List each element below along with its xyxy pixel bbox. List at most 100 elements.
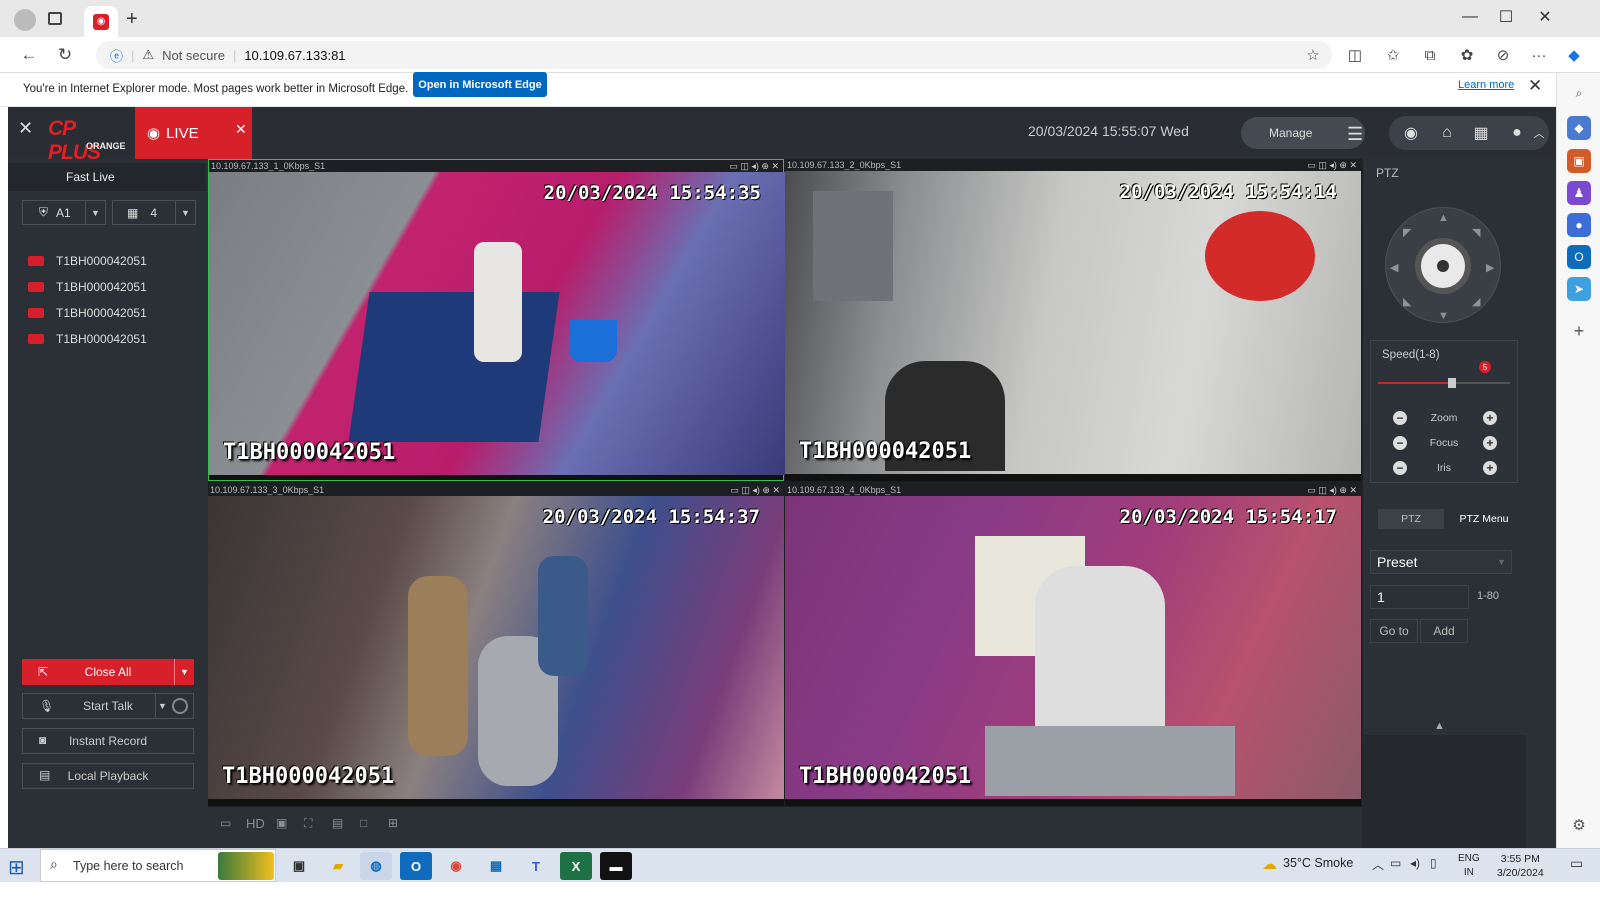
home-icon[interactable]: ⌂ <box>1433 121 1461 145</box>
grid-layout-icon[interactable]: ▦ <box>1467 121 1495 145</box>
ptz-down-left-icon[interactable]: ◣ <box>1403 295 1411 308</box>
local-playback-button[interactable]: ▤ Local Playback <box>22 763 194 789</box>
sidebar-outlook-icon[interactable]: O <box>1567 245 1591 269</box>
favorites-icon[interactable]: ✩ <box>1381 44 1405 66</box>
maximize-icon[interactable]: ☐ <box>1486 4 1526 30</box>
edge-app-icon[interactable]: ◍ <box>360 852 392 880</box>
video-cell-controls-icon[interactable]: ▭ ◫ ◂) ⊕ ✕ <box>1307 159 1357 171</box>
extensions-icon[interactable]: ✿ <box>1455 44 1479 66</box>
workspaces-icon[interactable] <box>48 12 62 25</box>
video-cell[interactable]: 10.109.67.133_1_0Kbps_S1 ▭ ◫ ◂) ⊕ ✕ 20/0… <box>208 159 785 481</box>
live-tab-close-icon[interactable]: ✕ <box>235 121 247 138</box>
tray-chevron-icon[interactable]: ︿ <box>1372 856 1384 873</box>
sidebar-search-icon[interactable]: ⌕ <box>1567 81 1591 105</box>
sidebar-m365-icon[interactable]: ● <box>1567 213 1591 237</box>
sidebar-send-icon[interactable]: ➤ <box>1567 277 1591 301</box>
ptz-down-right-icon[interactable]: ◢ <box>1472 295 1480 308</box>
view-group-select[interactable]: ⛨ A1 ▼ <box>22 200 106 225</box>
single-view-icon[interactable]: □ <box>360 816 367 830</box>
ptz-left-icon[interactable]: ◀ <box>1390 261 1398 274</box>
new-tab-icon[interactable]: + <box>126 8 138 31</box>
live-view-icon[interactable]: ◉ <box>1397 121 1425 145</box>
open-in-edge-button[interactable]: Open in Microsoft Edge <box>413 72 547 97</box>
close-all-button[interactable]: ⇱ Close All ▼ <box>22 659 194 685</box>
zoom-out-icon[interactable]: − <box>1393 411 1407 425</box>
iris-open-icon[interactable]: + <box>1483 461 1497 475</box>
weather-text[interactable]: 35°C Smoke <box>1283 856 1353 870</box>
ptz-right-icon[interactable]: ▶ <box>1486 261 1494 274</box>
refresh-icon[interactable]: ↻ <box>52 42 78 68</box>
ratio-icon[interactable]: ▭ <box>220 816 231 830</box>
language-indicator[interactable]: ENG IN <box>1458 852 1480 880</box>
zoom-in-icon[interactable]: + <box>1483 411 1497 425</box>
sidebar-shopping-icon[interactable]: ◆ <box>1567 116 1591 140</box>
preset-number-input[interactable]: 1 <box>1370 585 1469 609</box>
tab-ptz[interactable]: PTZ <box>1378 509 1444 529</box>
video-cell-controls-icon[interactable]: ▭ ◫ ◂) ⊕ ✕ <box>730 484 780 496</box>
chrome-app-icon[interactable]: ◉ <box>440 852 472 880</box>
minimize-icon[interactable]: — <box>1450 4 1490 30</box>
favorite-star-icon[interactable]: ☆ <box>1301 44 1325 66</box>
sidebar-add-icon[interactable]: + <box>1567 319 1591 343</box>
store-app-icon[interactable]: ▦ <box>480 852 512 880</box>
tray-clock[interactable]: 3:55 PM 3/20/2024 <box>1497 852 1544 880</box>
fast-live-header[interactable]: Fast Live <box>8 163 206 191</box>
chevron-down-icon[interactable]: ▼ <box>1497 557 1506 567</box>
teams-app-icon[interactable]: T <box>520 852 552 880</box>
speed-slider-thumb[interactable] <box>1447 378 1456 388</box>
sidebar-games-icon[interactable]: ♟ <box>1567 181 1591 205</box>
infobar-close-icon[interactable]: ✕ <box>1528 76 1542 96</box>
terminal-app-icon[interactable]: ▬ <box>600 852 632 880</box>
talk-status-icon[interactable] <box>172 698 188 714</box>
video-cell-controls-icon[interactable]: ▭ ◫ ◂) ⊕ ✕ <box>1307 484 1357 496</box>
focus-near-icon[interactable]: − <box>1393 436 1407 450</box>
notifications-icon[interactable]: ▭ <box>1570 855 1583 872</box>
chevron-down-icon[interactable]: ▼ <box>85 201 105 224</box>
copilot-icon[interactable]: ◆ <box>1562 44 1586 66</box>
ptz-up-left-icon[interactable]: ◤ <box>1403 226 1411 239</box>
search-highlight-icon[interactable] <box>218 852 274 880</box>
chevron-up-icon[interactable]: ︿ <box>1525 121 1553 145</box>
file-explorer-icon[interactable]: ▰ <box>322 852 354 880</box>
ptz-down-icon[interactable]: ▼ <box>1438 310 1449 322</box>
camera-list-item[interactable]: T1BH000042051 <box>28 250 198 272</box>
camera-list-item[interactable]: T1BH000042051 <box>28 276 198 298</box>
camera-list-item[interactable]: T1BH000042051 <box>28 302 198 324</box>
browser-tab[interactable]: ◉ <box>84 6 118 37</box>
video-cell-controls-icon[interactable]: ▭ ◫ ◂) ⊕ ✕ <box>729 160 779 172</box>
chevron-down-icon[interactable]: ▼ <box>155 694 169 718</box>
window-close-icon[interactable]: ✕ <box>1525 4 1565 30</box>
volume-icon[interactable]: ◂) <box>1410 856 1420 870</box>
start-talk-button[interactable]: 🎙 Start Talk ▼ <box>22 693 194 719</box>
ptz-up-icon[interactable]: ▲ <box>1438 212 1449 224</box>
focus-far-icon[interactable]: + <box>1483 436 1497 450</box>
battery-icon[interactable]: ▯ <box>1430 856 1437 870</box>
split-1-icon[interactable]: ▤ <box>332 816 343 830</box>
collections-icon[interactable]: ⧉ <box>1418 44 1442 66</box>
chevron-down-icon[interactable]: ▼ <box>175 201 195 224</box>
add-preset-button[interactable]: Add <box>1420 619 1468 643</box>
network-icon[interactable]: ▭ <box>1390 856 1401 870</box>
iris-close-icon[interactable]: − <box>1393 461 1407 475</box>
sidebar-settings-icon[interactable]: ⚙ <box>1567 813 1591 837</box>
split-select[interactable]: ▦ 4 ▼ <box>112 200 196 225</box>
not-secure-label[interactable]: Not secure <box>162 48 225 63</box>
outlook-app-icon[interactable]: O <box>400 852 432 880</box>
preset-select[interactable]: Preset <box>1370 550 1512 574</box>
video-cell[interactable]: 10.109.67.133_4_0Kbps_S1 ▭ ◫ ◂) ⊕ ✕ 20/0… <box>785 484 1361 806</box>
stream-icon[interactable]: ▣ <box>276 816 287 830</box>
back-icon[interactable]: ← <box>16 42 42 68</box>
ptz-up-right-icon[interactable]: ◥ <box>1472 226 1480 239</box>
sidebar-tools-icon[interactable]: ▣ <box>1567 149 1591 173</box>
tab-ptz-menu[interactable]: PTZ Menu <box>1450 509 1518 529</box>
collapse-up-icon[interactable]: ▲ <box>1434 720 1445 732</box>
url-text[interactable]: 10.109.67.133:81 <box>244 48 345 63</box>
windows-start-icon[interactable]: ⊞ <box>8 855 25 880</box>
goto-button[interactable]: Go to <box>1370 619 1418 643</box>
ie-mode-icon[interactable]: ⓔ <box>110 46 123 65</box>
hd-button[interactable]: HD <box>246 816 265 831</box>
learn-more-link[interactable]: Learn more <box>1458 79 1514 91</box>
chevron-down-icon[interactable]: ▼ <box>174 659 194 685</box>
quad-view-icon[interactable]: ⊞ <box>388 816 398 830</box>
profile-icon[interactable] <box>14 9 36 31</box>
